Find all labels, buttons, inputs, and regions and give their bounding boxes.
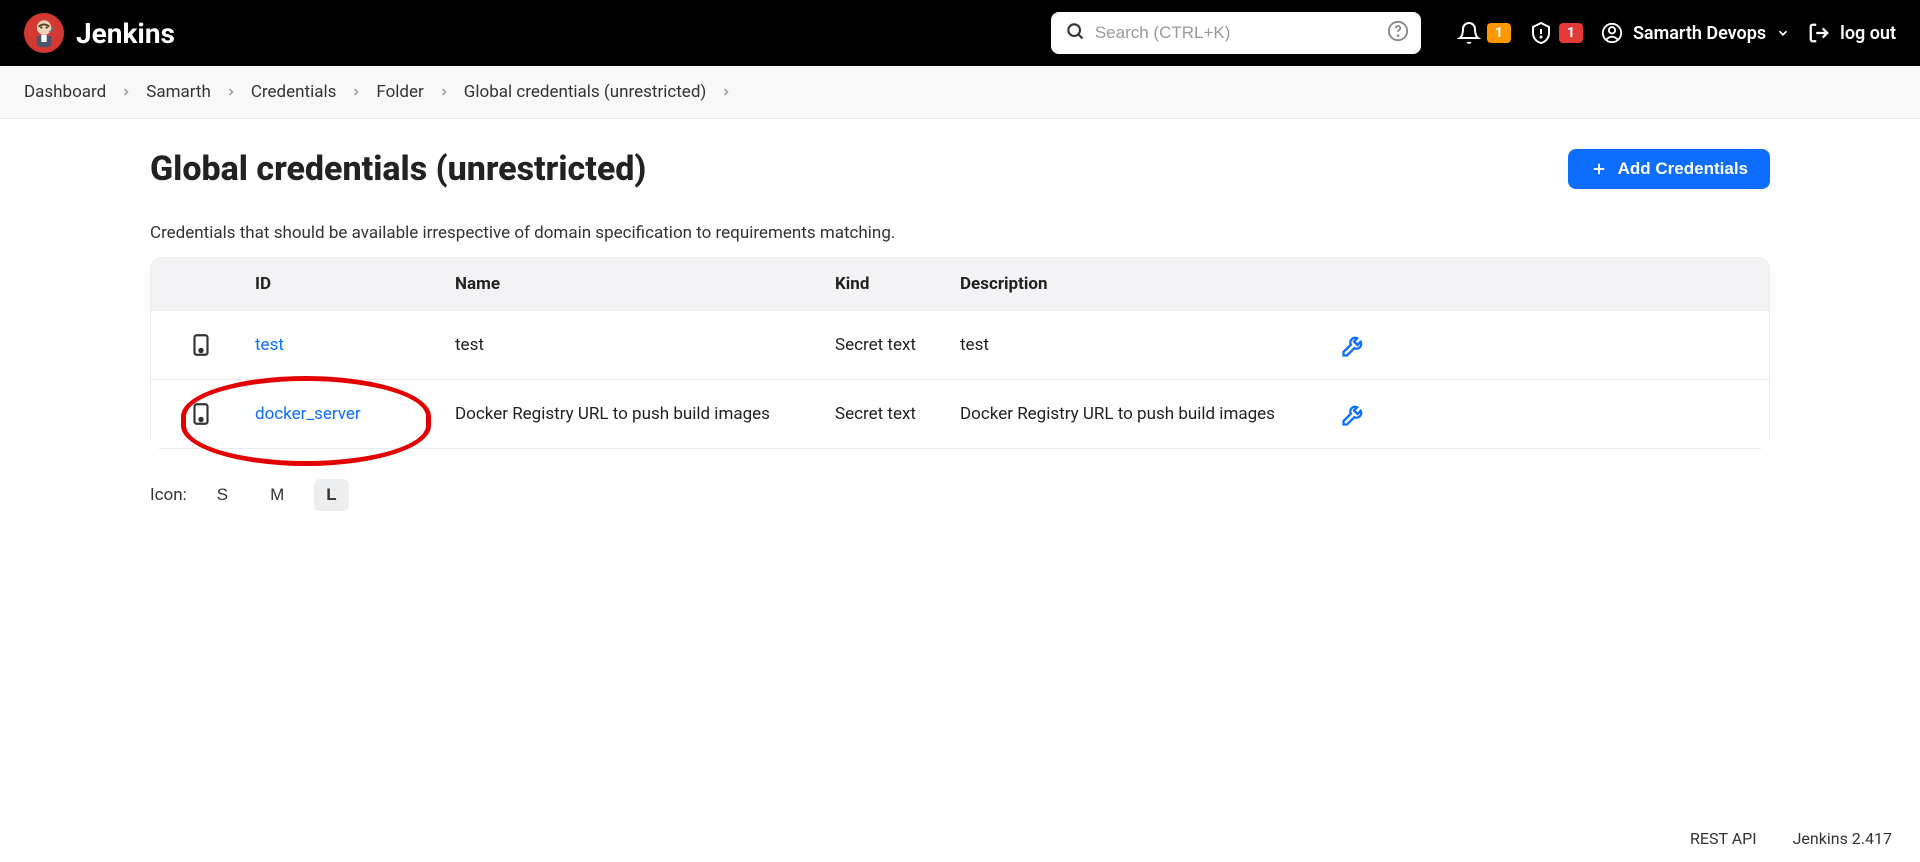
chevron-right-icon: [438, 86, 450, 98]
credential-name: Docker Registry URL to push build images: [451, 404, 831, 424]
shield-alert-icon: [1529, 21, 1553, 45]
chevron-right-icon: [350, 86, 362, 98]
credential-description: test: [956, 335, 1296, 355]
credential-name: test: [451, 335, 831, 355]
table-header: ID Name Kind Description: [151, 258, 1769, 310]
jenkins-version: Jenkins 2.417: [1793, 829, 1892, 848]
page-title: Global credentials (unrestricted): [150, 149, 646, 189]
breadcrumb-folder[interactable]: Folder: [376, 82, 423, 102]
user-icon: [1601, 22, 1623, 44]
plus-icon: [1590, 160, 1608, 178]
rest-api-link[interactable]: REST API: [1690, 829, 1757, 848]
logout-icon: [1808, 22, 1830, 44]
credential-kind: Secret text: [831, 404, 956, 424]
chevron-right-icon: [225, 86, 237, 98]
wrench-icon[interactable]: [1340, 400, 1368, 428]
breadcrumb-samarth[interactable]: Samarth: [146, 82, 211, 102]
credential-id-link[interactable]: test: [251, 335, 451, 355]
breadcrumb-credentials[interactable]: Credentials: [251, 82, 337, 102]
breadcrumb-dashboard[interactable]: Dashboard: [24, 82, 106, 102]
wrench-icon[interactable]: [1340, 331, 1368, 359]
add-credentials-label: Add Credentials: [1618, 159, 1748, 179]
search-icon: [1065, 21, 1085, 45]
credential-description: Docker Registry URL to push build images: [956, 404, 1296, 424]
jenkins-logo-icon: [24, 13, 64, 53]
table-row: docker_server Docker Registry URL to pus…: [151, 379, 1769, 448]
user-menu[interactable]: Samarth Devops: [1601, 22, 1790, 44]
logout-button[interactable]: log out: [1808, 22, 1896, 44]
icon-size-selector: Icon: S M L: [150, 479, 1770, 511]
icon-size-l[interactable]: L: [314, 479, 348, 511]
icon-size-s[interactable]: S: [205, 479, 240, 511]
top-header: Jenkins 1 1 Samarth Devops log out: [0, 0, 1920, 66]
header-right: 1 1 Samarth Devops log out: [1457, 21, 1896, 45]
notifications-button[interactable]: 1: [1457, 21, 1511, 45]
help-icon[interactable]: [1387, 20, 1409, 46]
logout-label: log out: [1840, 23, 1896, 44]
title-row: Global credentials (unrestricted) Add Cr…: [150, 149, 1770, 189]
main-content: Global credentials (unrestricted) Add Cr…: [0, 119, 1920, 531]
add-credentials-button[interactable]: Add Credentials: [1568, 149, 1770, 189]
breadcrumb: Dashboard Samarth Credentials Folder Glo…: [0, 66, 1920, 119]
user-name: Samarth Devops: [1633, 23, 1766, 44]
col-description[interactable]: Description: [956, 274, 1296, 294]
footer: REST API Jenkins 2.417: [1662, 815, 1920, 862]
search-input[interactable]: [1051, 12, 1421, 54]
chevron-right-icon: [720, 86, 732, 98]
col-name[interactable]: Name: [451, 274, 831, 294]
credential-icon: [188, 401, 214, 427]
search-container: [1051, 12, 1421, 54]
icon-size-m[interactable]: M: [258, 479, 296, 511]
jenkins-logo-text: Jenkins: [76, 17, 175, 50]
credential-icon: [188, 332, 214, 358]
security-badge: 1: [1559, 23, 1583, 43]
chevron-right-icon: [120, 86, 132, 98]
credential-kind: Secret text: [831, 335, 956, 355]
security-alerts-button[interactable]: 1: [1529, 21, 1583, 45]
col-kind[interactable]: Kind: [831, 274, 956, 294]
table-row: test test Secret text test: [151, 310, 1769, 379]
credential-id-link[interactable]: docker_server: [251, 404, 451, 424]
icon-size-label: Icon:: [150, 485, 187, 505]
page-description: Credentials that should be available irr…: [150, 223, 1770, 243]
jenkins-logo[interactable]: Jenkins: [24, 13, 175, 53]
notification-badge: 1: [1487, 23, 1511, 43]
credentials-table: ID Name Kind Description test test Secre…: [150, 257, 1770, 449]
bell-icon: [1457, 21, 1481, 45]
chevron-down-icon: [1776, 26, 1790, 40]
breadcrumb-global[interactable]: Global credentials (unrestricted): [464, 82, 707, 102]
col-id[interactable]: ID: [251, 274, 451, 294]
